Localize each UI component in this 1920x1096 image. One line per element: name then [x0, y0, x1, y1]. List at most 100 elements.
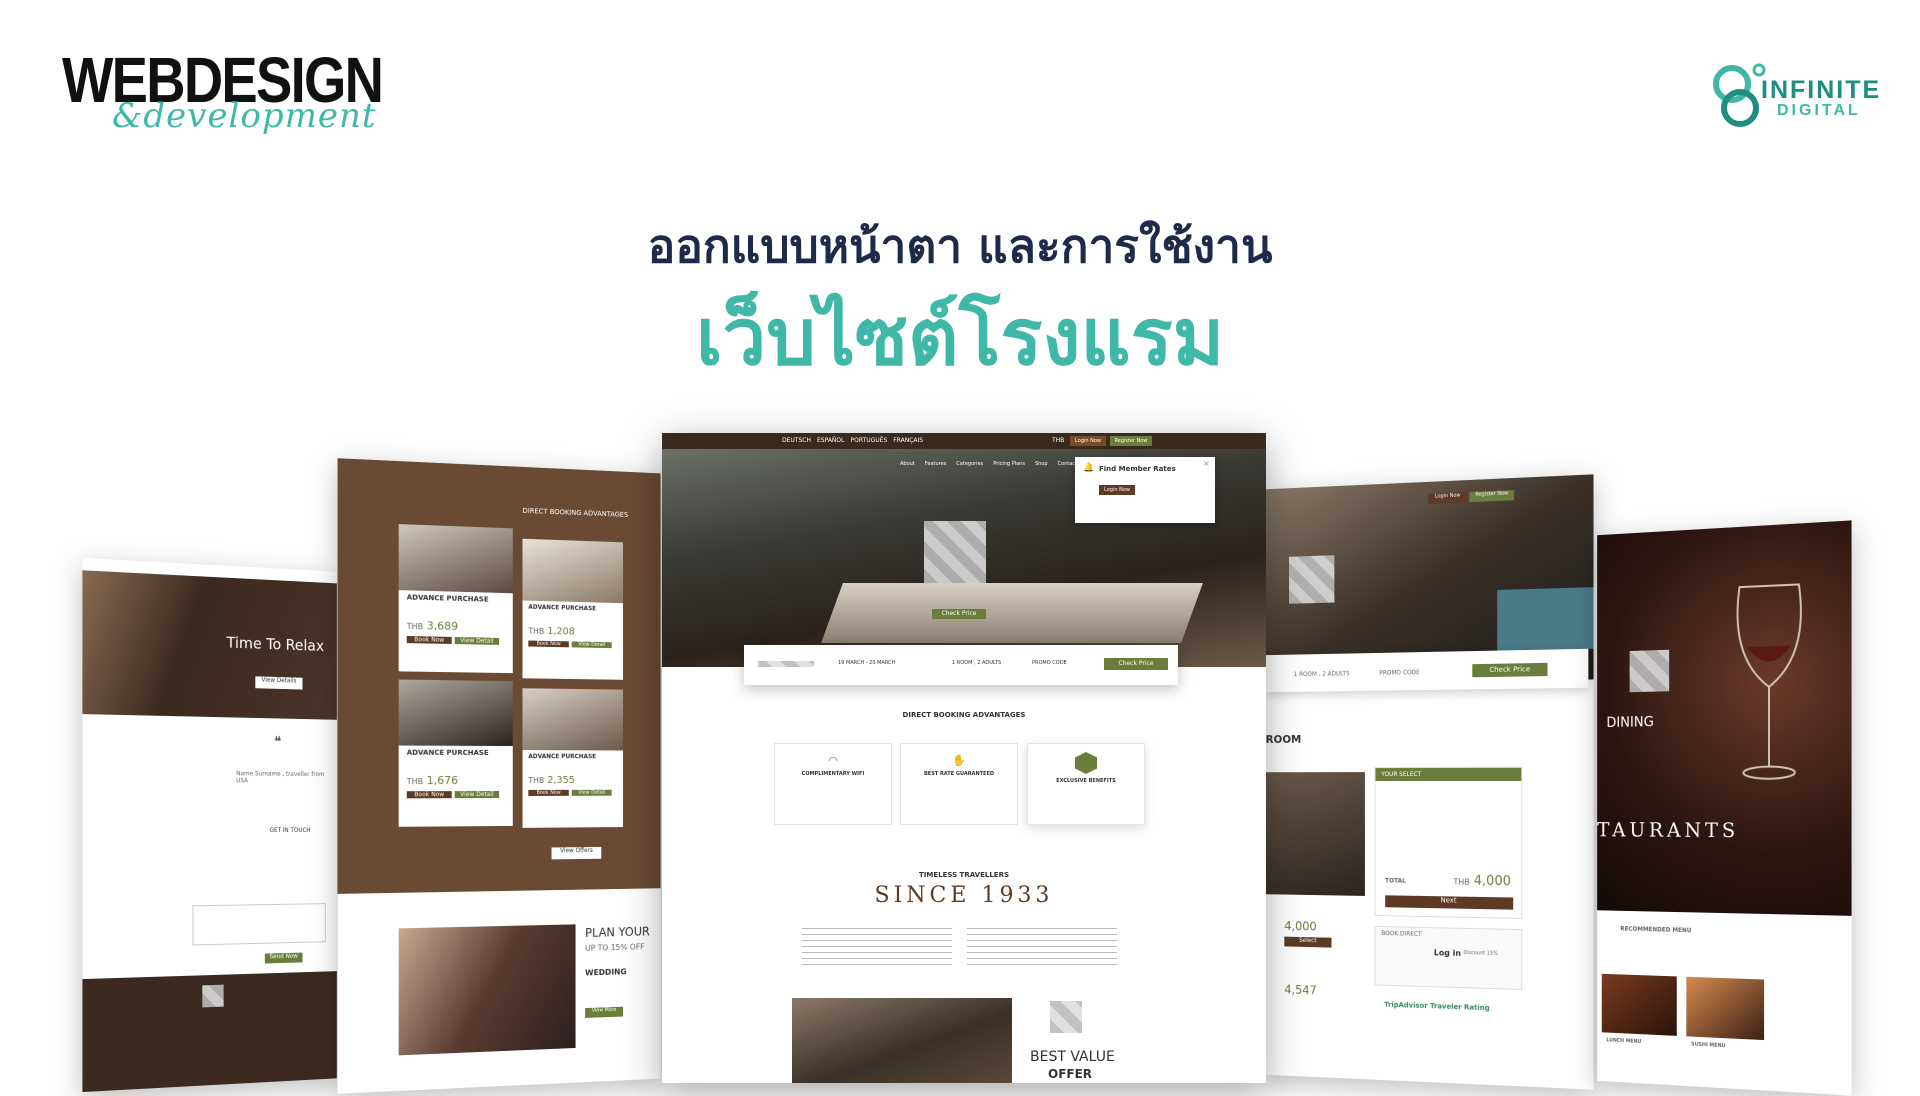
screen-restaurant-page: Time To Relax View Details ❝ Name Surnam…: [82, 558, 336, 1092]
room-price-2: 4,547: [1284, 983, 1316, 998]
nav-about[interactable]: About: [900, 461, 915, 467]
promo-code-field[interactable]: PROMO CODE: [1032, 660, 1067, 666]
wifi-icon: ◠: [775, 754, 891, 767]
offer-label: OFFER: [1048, 1067, 1092, 1081]
offer-currency-1: THB: [407, 622, 423, 631]
login-link[interactable]: Log in: [1434, 948, 1461, 958]
book-now-button-3[interactable]: Book Now: [407, 791, 452, 798]
lang-fr[interactable]: FRANÇAIS: [893, 437, 923, 444]
sushi-menu-label: SUSHI MENU: [1691, 1042, 1725, 1050]
feature-exclusive: EXCLUSIVE BENEFITS: [1027, 743, 1145, 825]
discount-text: Discount 15%: [1463, 950, 1497, 957]
room-price-2-value: 4,547: [1284, 983, 1316, 998]
nav-shop[interactable]: Shop: [1035, 461, 1048, 467]
top-bar: [662, 433, 1266, 449]
offer-card-3[interactable]: ADVANCE PURCHASE THB 1,676 Book Now View …: [399, 679, 513, 826]
main-nav: About Features Categories Pricing Plans …: [900, 461, 1077, 467]
wine-glass-icon: [1720, 573, 1819, 798]
offer-price-4: 2,355: [547, 775, 575, 786]
footer-logo-blurred: [202, 985, 223, 1008]
since-heading: SINCE 1933: [662, 883, 1266, 908]
advantages-heading: DIRECT BOOKING ADVANTAGES: [662, 711, 1266, 719]
check-price-button[interactable]: Check Price: [1104, 658, 1168, 670]
feature-best-rate: ✋ BEST RATE GUARANTEED: [900, 743, 1018, 825]
popup-login-button[interactable]: Login Now: [1099, 485, 1135, 495]
login-button-s4[interactable]: Login Now: [1428, 492, 1467, 504]
view-more-button[interactable]: View More: [585, 1007, 623, 1018]
view-detail-button-2[interactable]: View Detail: [572, 641, 612, 648]
offer-logo-blurred: [1050, 1001, 1082, 1033]
send-now-button[interactable]: Send Now: [265, 953, 303, 964]
pool-water: [1497, 587, 1593, 650]
screen-room-select: Login Now Register Now 1 ROOM , 2 ADULTS…: [1266, 474, 1594, 1089]
offer-image-2: [523, 539, 624, 604]
your-select-header: YOUR SELECT: [1376, 768, 1522, 781]
feature-wifi-title: COMPLIMENTARY WIFI: [775, 771, 891, 777]
plan-title: PLAN YOUR: [585, 925, 650, 940]
offer-card-2[interactable]: ADVANCE PURCHASE THB 1,208 Book Now View …: [523, 539, 624, 680]
next-button[interactable]: Next: [1385, 895, 1513, 909]
view-details-button[interactable]: View Details: [255, 676, 302, 689]
currency-selector[interactable]: THB: [1052, 437, 1064, 444]
offer-image-4: [523, 688, 624, 750]
lunch-menu-image: [1602, 974, 1677, 1036]
close-icon[interactable]: ×: [1203, 459, 1210, 468]
sushi-menu-image: [1686, 977, 1764, 1040]
view-detail-button-4[interactable]: View Detail: [572, 790, 612, 796]
lang-pt[interactable]: PORTUGUÊS: [850, 437, 887, 444]
message-field[interactable]: [193, 903, 326, 945]
book-now-button-4[interactable]: Book Now: [528, 790, 569, 796]
nav-categories[interactable]: Categories: [956, 461, 983, 467]
book-now-button-2[interactable]: Book Now: [528, 641, 569, 648]
offer-card-1[interactable]: ADVANCE PURCHASE THB 3,689 Book Now View …: [399, 524, 513, 673]
hero-bed: [821, 583, 1203, 643]
offer-card-4[interactable]: ADVANCE PURCHASE THB 2,355 Book Now View …: [523, 688, 624, 828]
screen-booking-advantages: DIRECT BOOKING ADVANTAGES ADVANCE PURCHA…: [338, 458, 661, 1094]
feature-best-rate-title: BEST RATE GUARANTEED: [901, 771, 1017, 777]
offer-price-2: 1,208: [547, 626, 575, 638]
hotel-logo-blurred-s4: [1289, 555, 1334, 604]
login-now-button[interactable]: Login Now: [1070, 436, 1106, 446]
get-in-touch-heading: GET IN TOUCH: [270, 827, 311, 834]
recommended-menu-heading: RECOMMENDED MENU: [1620, 925, 1691, 934]
total-price: 4,000: [1474, 874, 1511, 890]
lounge-image: [792, 998, 1012, 1083]
hotel-selector-blurred[interactable]: [758, 661, 814, 667]
offer-price-3: 1,676: [427, 774, 458, 787]
offer-currency-2: THB: [528, 627, 544, 636]
lang-es[interactable]: ESPAÑOL: [817, 437, 845, 444]
lang-de[interactable]: DEUTSCH: [782, 437, 811, 444]
dining-logo-blurred: [1630, 650, 1670, 693]
lunch-menu-label: LUNCH MENU: [1606, 1037, 1641, 1045]
nav-pricing[interactable]: Pricing Plans: [993, 461, 1025, 467]
hero-check-price-button[interactable]: Check Price: [932, 609, 986, 619]
feature-wifi: ◠ COMPLIMENTARY WIFI: [774, 743, 892, 825]
your-select-panel: YOUR SELECT TOTAL THB 4,000 Next: [1375, 767, 1523, 919]
register-button-s4[interactable]: Register Now: [1469, 490, 1514, 502]
offer-currency-3: THB: [407, 777, 423, 786]
offer-currency-4: THB: [528, 776, 544, 785]
guests-selector-s4[interactable]: 1 ROOM , 2 ADULTS: [1294, 670, 1350, 678]
feature-exclusive-title: EXCLUSIVE BENEFITS: [1028, 778, 1144, 784]
view-detail-button-1[interactable]: View Detail: [455, 637, 499, 645]
popup-title: Find Member Rates: [1099, 465, 1176, 473]
select-button-1[interactable]: Select: [1284, 937, 1331, 948]
guests-selector[interactable]: 1 ROOM , 2 ADULTS: [952, 660, 1001, 666]
check-price-button-s4[interactable]: Check Price: [1472, 663, 1547, 677]
room-price-1-value: 4,000: [1284, 919, 1316, 933]
infinite-digital-logo: INFINITE DIGITAL: [1705, 56, 1905, 136]
register-now-button[interactable]: Register Now: [1110, 436, 1152, 446]
dining-label: DINING: [1606, 714, 1653, 731]
view-offers-button[interactable]: View Offers: [552, 847, 602, 859]
infinite-logo-line2: DIGITAL: [1777, 102, 1861, 120]
view-detail-button-3[interactable]: View Detail: [455, 791, 499, 798]
testimonial-author: Name Surname , traveller from USA: [236, 770, 337, 785]
nav-features[interactable]: Features: [925, 461, 947, 467]
screen-hotel-home: DEUTSCH ESPAÑOL PORTUGUÊS FRANÇAIS THB L…: [662, 433, 1266, 1083]
promo-code-s4[interactable]: PROMO CODE: [1379, 669, 1419, 677]
offer-title-3: ADVANCE PURCHASE: [399, 746, 513, 760]
book-now-button-1[interactable]: Book Now: [407, 636, 452, 644]
wedding-image: [399, 924, 576, 1055]
date-range-picker[interactable]: 19 MARCH - 20 MARCH: [838, 660, 895, 666]
bell-icon: 🔔: [1083, 463, 1094, 473]
